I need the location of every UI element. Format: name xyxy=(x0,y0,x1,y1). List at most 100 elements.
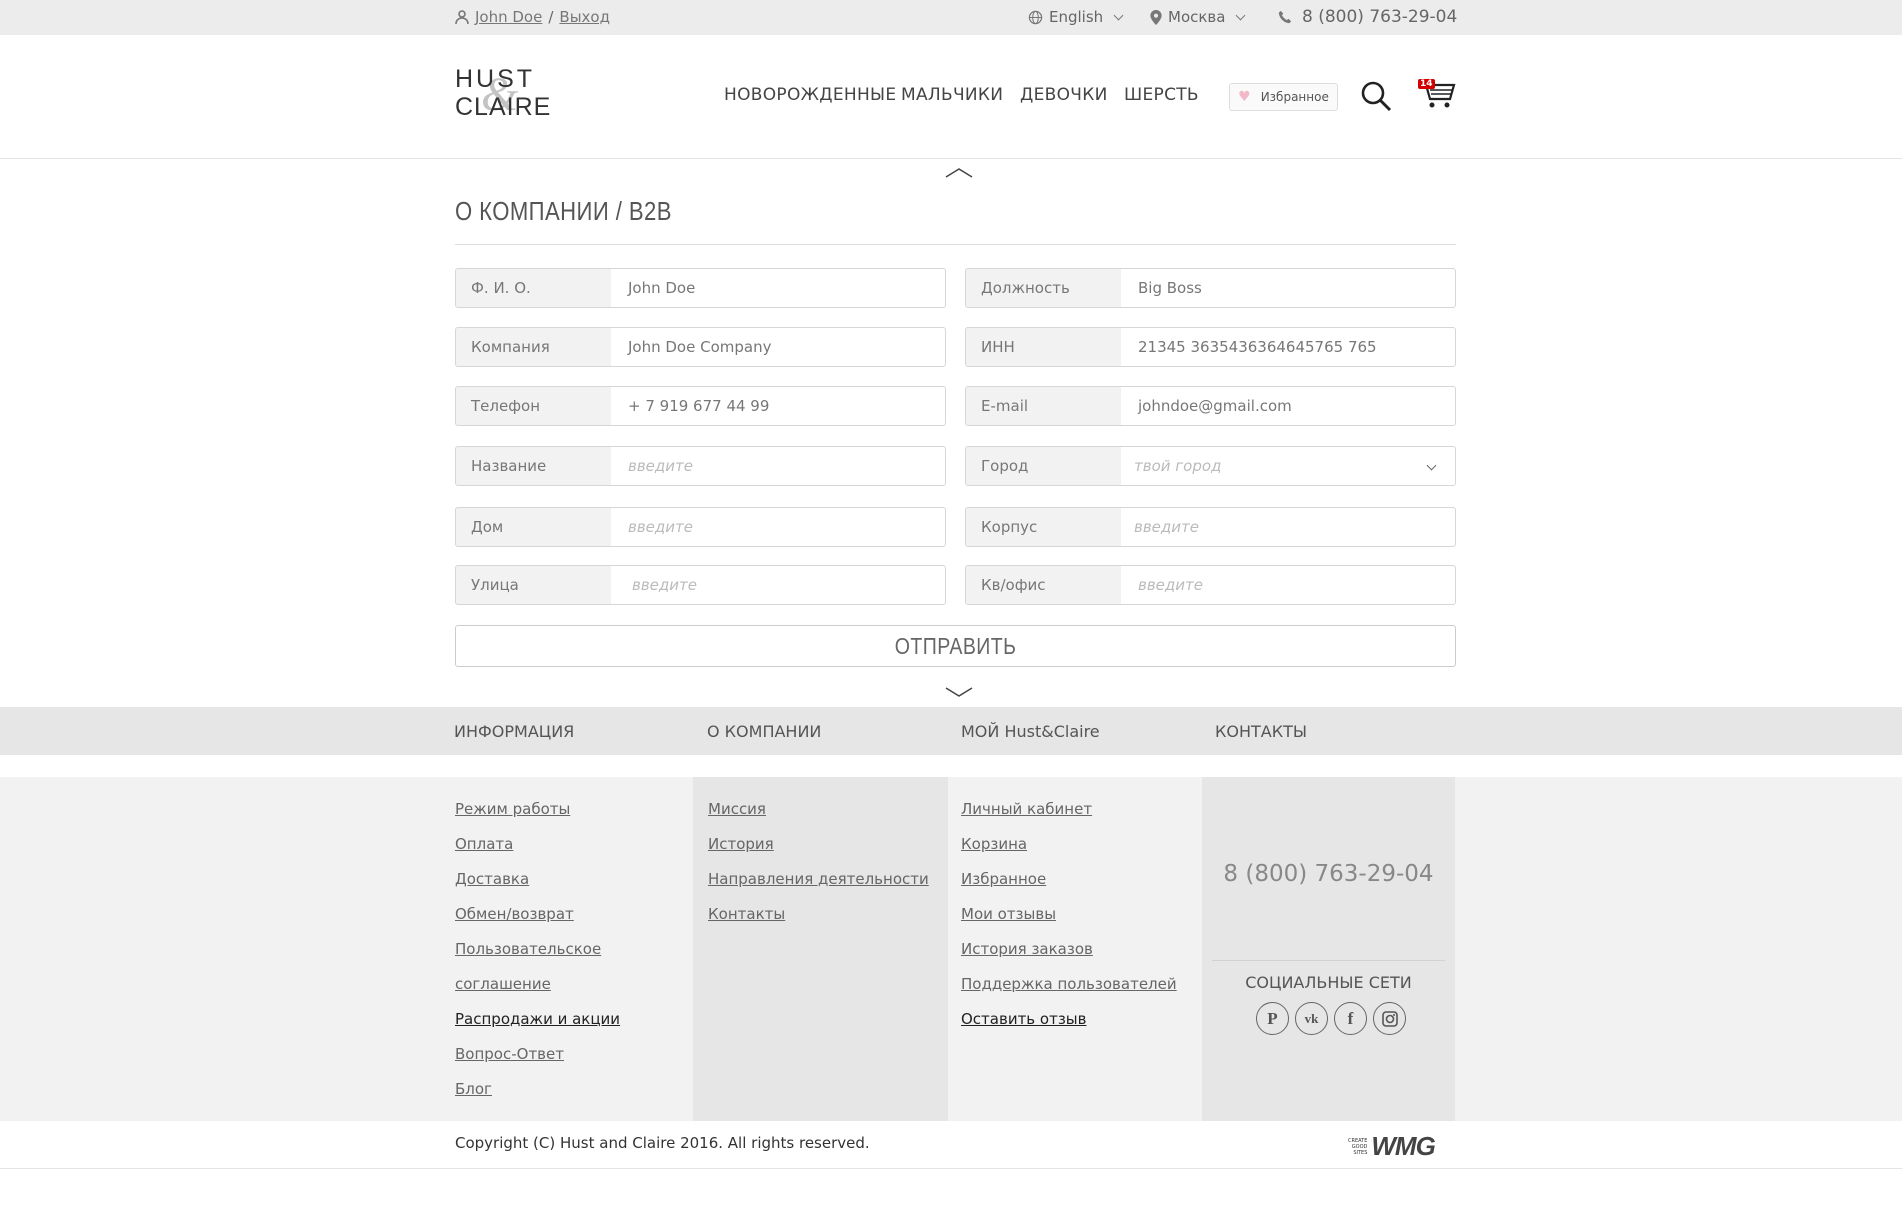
footer-link[interactable]: Корзина xyxy=(961,835,1027,853)
footer-phone[interactable]: 8 (800) 763-29-04 xyxy=(1202,861,1455,887)
developer-logo[interactable]: CREATE GOOD SITES WMG xyxy=(1348,1131,1436,1162)
footer-link[interactable]: соглашение xyxy=(455,975,551,993)
field-label: Город xyxy=(966,447,1121,485)
search-icon[interactable] xyxy=(1360,80,1392,112)
email-field[interactable]: E-mail johndoe@gmail.com xyxy=(965,386,1456,426)
field-label: Должность xyxy=(966,269,1121,307)
footer-link[interactable]: Личный кабинет xyxy=(961,800,1092,818)
field-placeholder[interactable]: введите xyxy=(1121,566,1455,604)
footer-link[interactable]: Мои отзывы xyxy=(961,905,1056,923)
language-selector[interactable]: English xyxy=(1028,8,1124,26)
field-placeholder[interactable]: твой город xyxy=(1121,447,1455,485)
field-value[interactable]: 21345 3635436364645765 765 xyxy=(1121,328,1455,366)
nav-item-newborn[interactable]: НОВОРОЖДЕННЫЕ xyxy=(724,85,896,105)
top-phone[interactable]: 8 (800) 763-29-04 xyxy=(1278,7,1457,27)
field-label: Телефон xyxy=(456,387,611,425)
field-placeholder[interactable]: введите xyxy=(1121,508,1455,546)
field-value[interactable]: Big Boss xyxy=(1121,269,1455,307)
footer-main: Режим работы Оплата Доставка Обмен/возвр… xyxy=(0,777,1902,1121)
field-label: Ф. И. О. xyxy=(456,269,611,307)
instagram-icon[interactable] xyxy=(1373,1002,1406,1035)
field-label: ИНН xyxy=(966,328,1121,366)
footer-link[interactable]: Режим работы xyxy=(455,800,570,818)
collapse-up-icon[interactable] xyxy=(945,167,973,179)
office-field[interactable]: Кв/офис введите xyxy=(965,565,1456,605)
nav-item-girls[interactable]: ДЕВОЧКИ xyxy=(1020,85,1108,105)
field-placeholder[interactable]: введите xyxy=(611,508,945,546)
footer-col-contacts: 8 (800) 763-29-04 СОЦИАЛЬНЫЕ СЕТИ P vk f xyxy=(1202,777,1455,1121)
logo-text-top: HUST xyxy=(455,65,536,93)
footer-link[interactable]: Миссия xyxy=(708,800,766,818)
contacts-divider xyxy=(1212,960,1445,961)
social-icons: P vk f xyxy=(1256,1002,1406,1035)
field-placeholder[interactable]: введите xyxy=(611,566,945,604)
language-label: English xyxy=(1049,8,1104,26)
footer-link[interactable]: Оплата xyxy=(455,835,513,853)
developer-name: WMG xyxy=(1371,1131,1435,1161)
user-name-link[interactable]: John Doe xyxy=(475,8,542,26)
top-bar: John Doe / Выход English Москва 8 (800) … xyxy=(0,0,1902,35)
phone-icon xyxy=(1278,10,1292,24)
name-field[interactable]: Название введите xyxy=(455,446,946,486)
field-value[interactable]: + 7 919 677 44 99 xyxy=(611,387,945,425)
footer-headings-bar: ИНФОРМАЦИЯ О КОМПАНИИ МОЙ Hust&Claire КО… xyxy=(0,707,1902,755)
footer-link[interactable]: Блог xyxy=(455,1080,492,1098)
nav-item-wool[interactable]: ШЕРСТЬ xyxy=(1124,85,1199,105)
footer-link[interactable]: Поддержка пользователей xyxy=(961,975,1177,993)
chevron-down-icon xyxy=(1113,10,1124,20)
footer-link[interactable]: Пользовательское xyxy=(455,940,601,958)
field-value[interactable]: johndoe@gmail.com xyxy=(1121,387,1455,425)
field-value[interactable]: John Doe Company xyxy=(611,328,945,366)
street-field[interactable]: Улица введите xyxy=(455,565,946,605)
footer-link[interactable]: Доставка xyxy=(455,870,529,888)
pinterest-icon[interactable]: P xyxy=(1256,1002,1289,1035)
user-icon xyxy=(455,10,469,24)
field-placeholder[interactable]: введите xyxy=(611,447,945,485)
footer-link[interactable]: Обмен/возврат xyxy=(455,905,574,923)
footer-link[interactable]: Избранное xyxy=(961,870,1046,888)
footer-heading-company: О КОМПАНИИ xyxy=(707,722,822,741)
footer-link[interactable]: Контакты xyxy=(708,905,785,923)
footer-link[interactable]: Вопрос-Ответ xyxy=(455,1045,564,1063)
footer-heading-info: ИНФОРМАЦИЯ xyxy=(454,722,575,741)
field-label: Корпус xyxy=(966,508,1121,546)
footer-col-my: Личный кабинет Корзина Избранное Мои отз… xyxy=(948,777,1202,1121)
position-field[interactable]: Должность Big Boss xyxy=(965,268,1456,308)
house-field[interactable]: Дом введите xyxy=(455,507,946,547)
footer-link[interactable]: Оставить отзыв xyxy=(961,1010,1087,1028)
footer-link[interactable]: Распродажи и акции xyxy=(455,1010,620,1028)
vk-icon[interactable]: vk xyxy=(1295,1002,1328,1035)
nav-item-boys[interactable]: МАЛЬЧИКИ xyxy=(901,85,1003,105)
top-phone-number: 8 (800) 763-29-04 xyxy=(1302,7,1458,27)
bottom-divider xyxy=(0,1168,1902,1169)
field-value[interactable]: John Doe xyxy=(611,269,945,307)
location-pin-icon xyxy=(1150,9,1162,25)
footer-link[interactable]: Направления деятельности xyxy=(708,870,929,888)
phone-field[interactable]: Телефон + 7 919 677 44 99 xyxy=(455,386,946,426)
submit-button[interactable]: ОТПРАВИТЬ xyxy=(455,625,1456,667)
footer-heading-contacts: КОНТАКТЫ xyxy=(1215,722,1307,741)
city-select[interactable]: Город твой город xyxy=(965,446,1456,486)
expand-down-icon[interactable] xyxy=(945,686,973,698)
company-field[interactable]: Компания John Doe Company xyxy=(455,327,946,367)
building-field[interactable]: Корпус введите xyxy=(965,507,1456,547)
cart-count-badge: 14 xyxy=(1418,79,1435,89)
favorites-button[interactable]: ♥ Избранное xyxy=(1229,83,1338,111)
field-label: Компания xyxy=(456,328,611,366)
field-label: Дом xyxy=(456,508,611,546)
developer-tagline: CREATE GOOD SITES xyxy=(1348,1137,1368,1156)
city-selector[interactable]: Москва xyxy=(1150,8,1246,26)
logout-link[interactable]: Выход xyxy=(559,8,610,26)
user-block: John Doe / Выход xyxy=(455,8,610,26)
fio-field[interactable]: Ф. И. О. John Doe xyxy=(455,268,946,308)
chevron-down-icon xyxy=(1236,10,1246,20)
footer-link[interactable]: История xyxy=(708,835,774,853)
footer-link[interactable]: История заказов xyxy=(961,940,1093,958)
site-logo[interactable]: & HUST CLAIRE xyxy=(455,65,560,125)
city-label: Москва xyxy=(1168,8,1226,26)
globe-icon xyxy=(1028,10,1043,24)
heart-icon: ♥ xyxy=(1238,89,1251,105)
facebook-icon[interactable]: f xyxy=(1334,1002,1367,1035)
inn-field[interactable]: ИНН 21345 3635436364645765 765 xyxy=(965,327,1456,367)
footer-heading-my: МОЙ Hust&Claire xyxy=(961,722,1100,741)
